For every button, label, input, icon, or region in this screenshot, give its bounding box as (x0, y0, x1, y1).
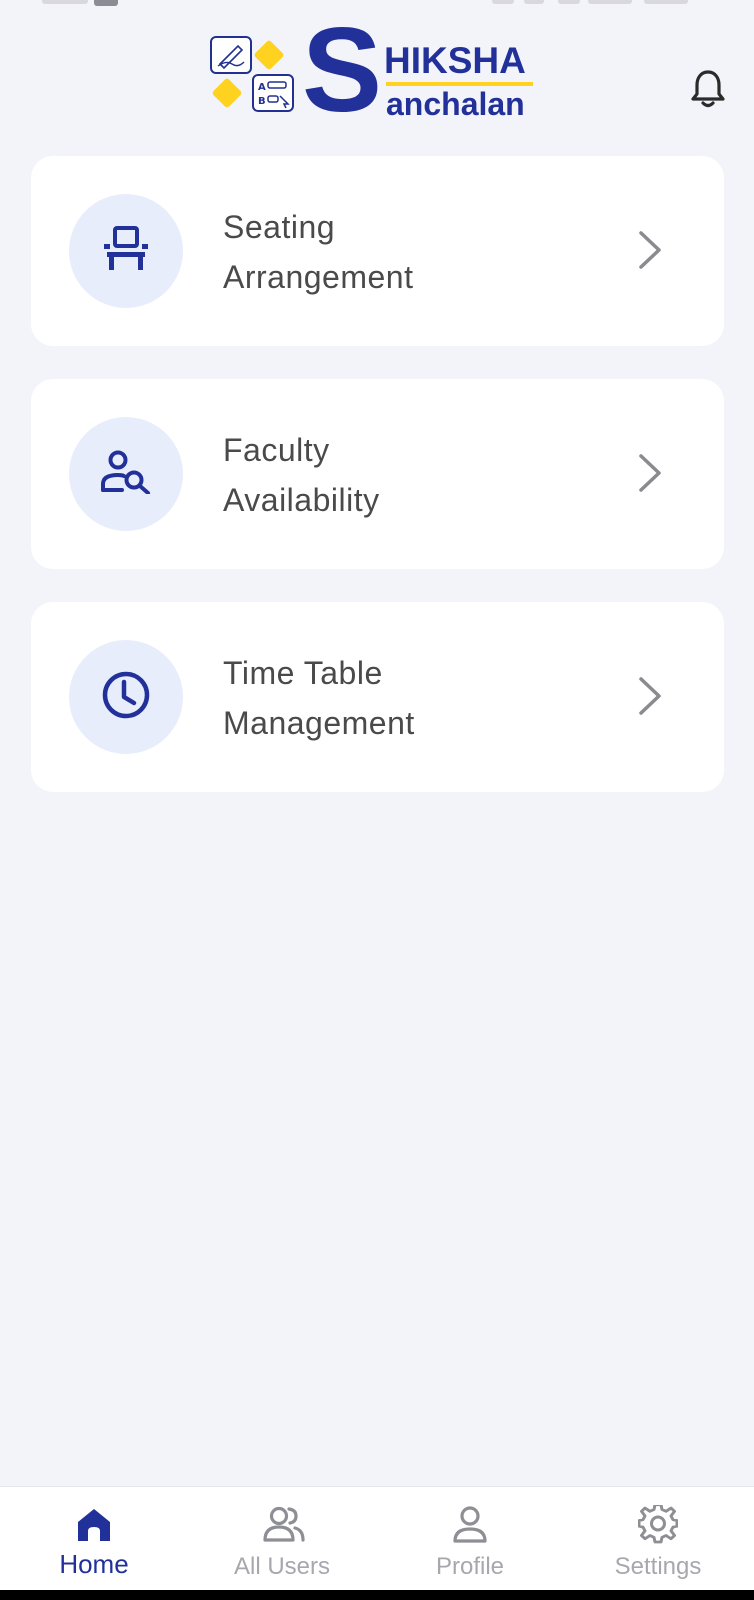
pen-tile-icon (210, 36, 252, 74)
label-line-1: Faculty (223, 432, 330, 468)
nav-label: All Users (233, 1553, 330, 1580)
nav-home[interactable]: Home (0, 1487, 188, 1591)
menu-card-time-table-management[interactable]: Time Table Management (31, 602, 724, 792)
nav-label: Home (59, 1549, 129, 1579)
label-line-2: Arrangement (223, 259, 414, 295)
shiksha-sanchalan-logo: A B S HIKSHA anchalan (206, 10, 536, 130)
icon-circle (69, 417, 183, 531)
menu-card-label: Time Table Management (223, 648, 623, 748)
user-search-icon (100, 450, 152, 499)
app-header: A B S HIKSHA anchalan (0, 10, 754, 130)
nav-label: Profile (435, 1553, 505, 1580)
bottom-navigation: Home All Users Profile Settings (0, 1486, 754, 1590)
nav-all-users[interactable]: All Users (188, 1487, 376, 1591)
profile-icon (450, 1505, 490, 1545)
chevron-right-icon (637, 230, 663, 270)
label-line-2: Availability (223, 482, 380, 518)
label-line-1: Seating (223, 209, 336, 245)
logo-diamond (211, 77, 243, 109)
nav-settings[interactable]: Settings (564, 1487, 752, 1591)
menu-card-label: Faculty Availability (223, 425, 623, 525)
nav-label: Settings (614, 1553, 702, 1580)
users-icon (262, 1505, 305, 1545)
status-time (42, 0, 88, 4)
gear-icon (637, 1503, 679, 1545)
chair-icon (101, 225, 151, 277)
logo-word-top: HIKSHA (384, 40, 526, 81)
svg-text:B: B (258, 96, 266, 107)
logo-big-letter: S (302, 3, 383, 137)
nav-profile[interactable]: Profile (376, 1487, 564, 1591)
status-app-icon (94, 0, 118, 6)
clock-icon (101, 670, 151, 725)
chevron-right-icon (637, 453, 663, 493)
quiz-tile-icon: A B (252, 74, 294, 112)
home-icon (74, 1505, 114, 1545)
system-gesture-bar (0, 1590, 754, 1600)
label-line-1: Time Table (223, 655, 383, 691)
icon-circle (69, 194, 183, 308)
status-indicators (492, 0, 702, 6)
svg-text:A: A (258, 82, 266, 93)
menu-card-label: Seating Arrangement (223, 202, 623, 302)
menu-card-faculty-availability[interactable]: Faculty Availability (31, 379, 724, 569)
label-line-2: Management (223, 705, 415, 741)
chevron-right-icon (637, 676, 663, 716)
icon-circle (69, 640, 183, 754)
logo-diamond (253, 39, 285, 71)
logo-word-bottom: anchalan (386, 86, 525, 122)
menu-card-seating-arrangement[interactable]: Seating Arrangement (31, 156, 724, 346)
bell-icon[interactable] (690, 68, 726, 110)
